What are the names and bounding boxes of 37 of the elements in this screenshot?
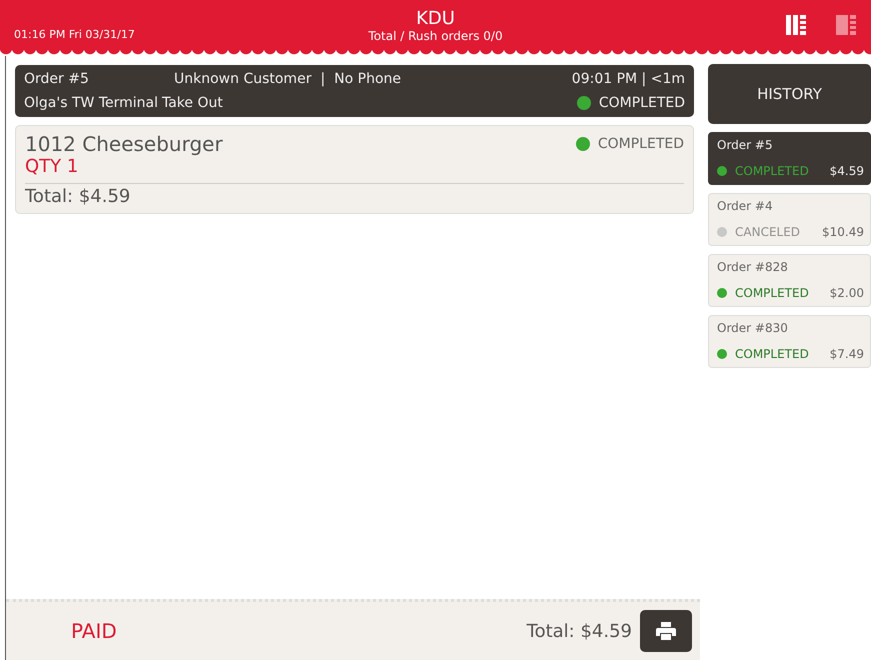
payment-status: PAID [71, 619, 117, 643]
separator-text: | [320, 71, 326, 87]
print-button[interactable] [640, 610, 692, 652]
history-order-amount: $4.59 [830, 164, 864, 178]
order-number: Order #5 [24, 71, 90, 87]
customer-name: Unknown Customer [174, 71, 312, 87]
printer-icon [656, 622, 676, 640]
history-order-status: COMPLETED [735, 347, 809, 361]
item-name: 1012 Cheeseburger [25, 132, 223, 156]
history-order-number: Order #830 [717, 321, 789, 335]
history-button[interactable]: HISTORY [708, 64, 871, 124]
history-order-card[interactable]: Order #4 CANCELED $10.49 [708, 193, 871, 246]
terminal-name: Olga's TW Terminal [24, 95, 158, 111]
history-order-status: COMPLETED [735, 164, 809, 178]
item-status: COMPLETED [598, 136, 684, 152]
columns-view-icon[interactable] [785, 14, 807, 36]
order-time: 09:01 PM | <1m [572, 71, 685, 87]
history-order-card[interactable]: Order #830 COMPLETED $7.49 [708, 315, 871, 368]
history-order-number: Order #4 [717, 199, 774, 213]
history-order-card[interactable]: Order #5 COMPLETED $4.59 [708, 132, 871, 185]
history-order-amount: $7.49 [830, 347, 864, 361]
history-order-number: Order #828 [717, 260, 789, 274]
order-type: Take Out [162, 95, 223, 111]
history-order-status: COMPLETED [735, 286, 809, 300]
footer-total: Total: $4.59 [526, 620, 632, 642]
app-title: KDU [416, 8, 455, 28]
clock-text: 01:16 PM Fri 03/31/17 [14, 28, 135, 40]
history-order-amount: $2.00 [830, 286, 864, 300]
phone-text: No Phone [334, 71, 402, 87]
history-order-status: CANCELED [735, 225, 800, 239]
item-quantity: QTY 1 [25, 156, 78, 177]
rush-orders-text: Total / Rush orders 0/0 [368, 28, 503, 42]
history-order-number: Order #5 [717, 138, 774, 152]
history-order-card[interactable]: Order #828 COMPLETED $2.00 [708, 254, 871, 307]
order-total: Total: $4.59 [25, 186, 130, 207]
order-status: COMPLETED [598, 95, 685, 111]
history-order-amount: $10.49 [822, 225, 864, 239]
